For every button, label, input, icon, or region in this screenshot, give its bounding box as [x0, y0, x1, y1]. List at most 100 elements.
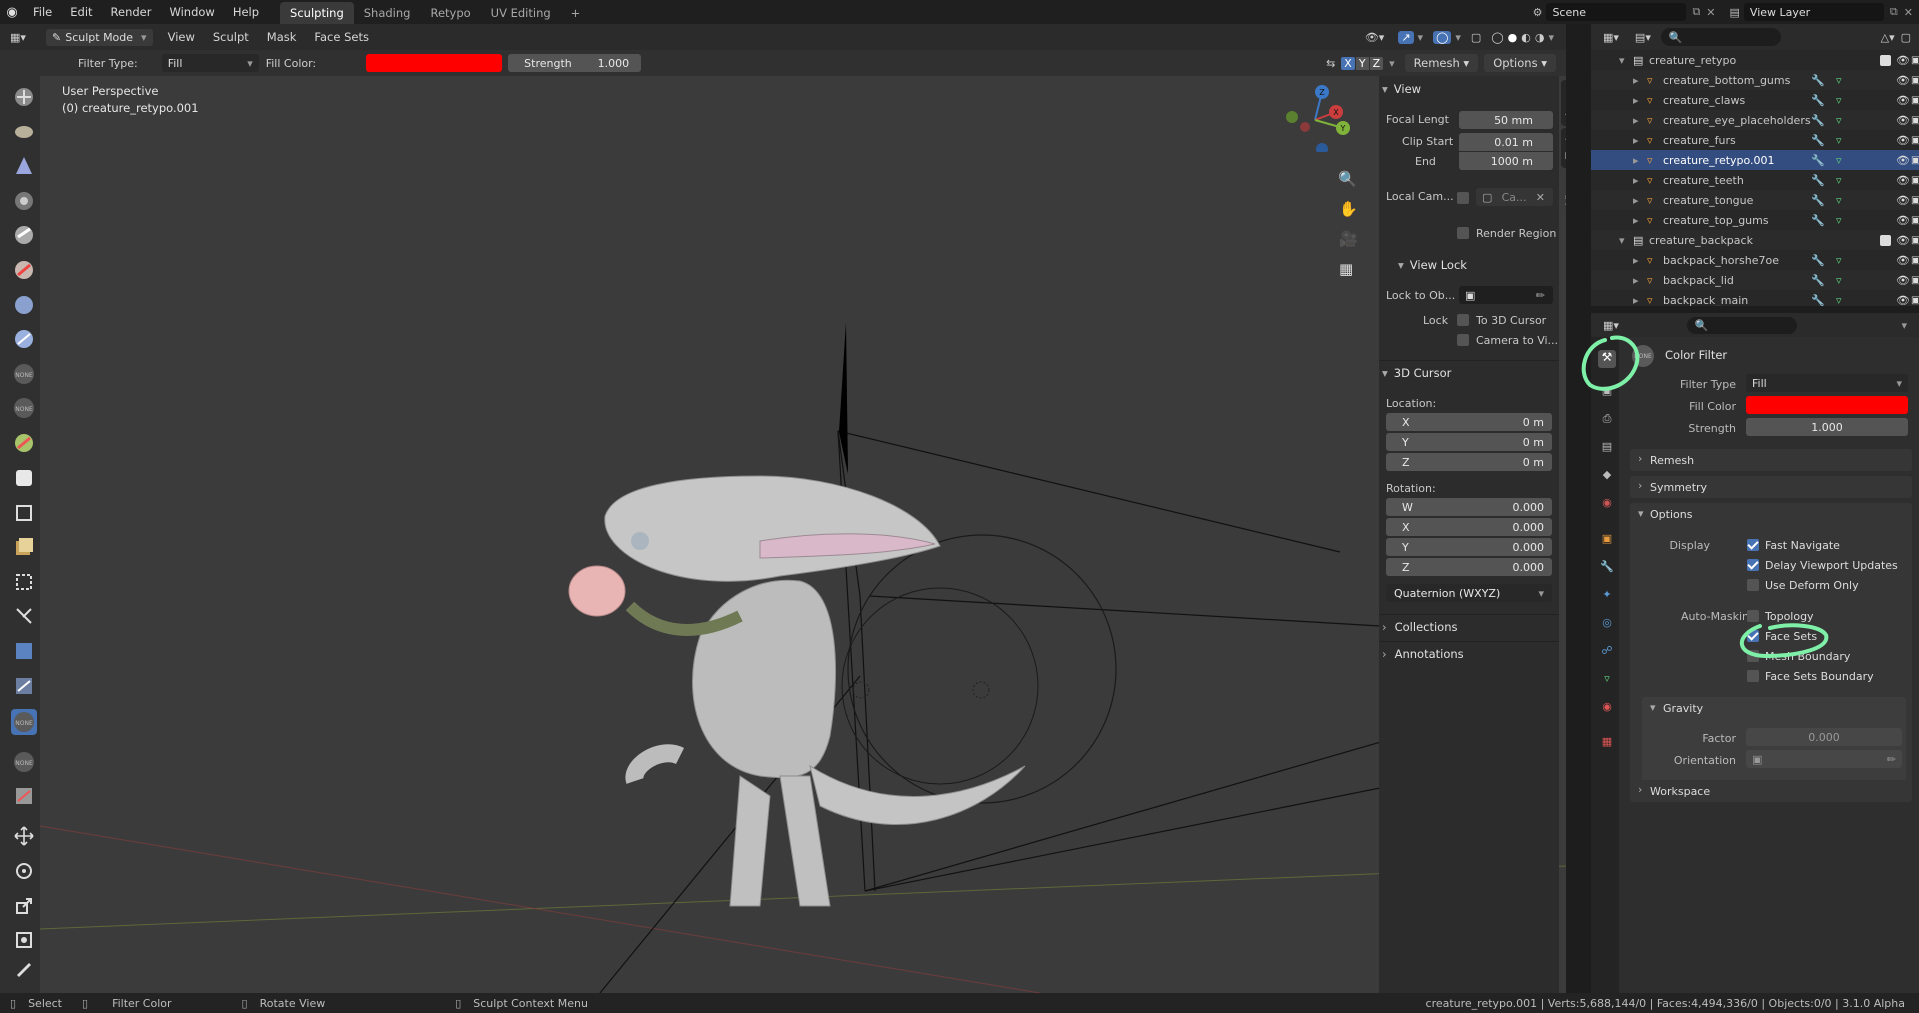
- render-camera-icon[interactable]: ▣: [1911, 155, 1919, 166]
- eye-icon[interactable]: 👁: [1896, 254, 1910, 267]
- fast-navigate-checkbox[interactable]: [1747, 539, 1759, 551]
- outliner-collection-row[interactable]: ▾ ▤ creature_backpack 👁 ▣: [1591, 230, 1919, 250]
- scene-tab-icon[interactable]: ◆: [1598, 468, 1616, 486]
- menu-edit[interactable]: Edit: [61, 0, 101, 24]
- navigation-gizmo[interactable]: Z X Y: [1280, 82, 1350, 152]
- rotation-y-field[interactable]: Y 0.000: [1386, 538, 1552, 556]
- output-tab-icon[interactable]: ⎙: [1598, 412, 1616, 430]
- filter-type-dropdown[interactable]: Fill ▾: [1746, 374, 1908, 392]
- chevron-down-icon[interactable]: ▾: [1389, 57, 1395, 70]
- axis-x-button[interactable]: X: [1341, 56, 1355, 70]
- scale-tool-icon[interactable]: [11, 893, 37, 919]
- outliner-object-row[interactable]: ▸ ▿ creature_teeth 🔧 ▿ 👁 ▣: [1591, 170, 1919, 190]
- rotation-mode-dropdown[interactable]: Quaternion (WXYZ) ▾: [1386, 584, 1552, 602]
- factor-field[interactable]: 0.000: [1746, 728, 1902, 746]
- outliner-object-row[interactable]: ▸ ▿ backpack_lid 🔧 ▿ 👁 ▣: [1591, 270, 1919, 290]
- xray-icon[interactable]: ▢: [1471, 31, 1481, 44]
- flatten-brush-icon[interactable]: NONE: [11, 395, 37, 421]
- render-region-checkbox[interactable]: [1457, 227, 1469, 239]
- outliner-search-field[interactable]: 🔍: [1660, 28, 1781, 46]
- display-mode-icon[interactable]: ▤▾: [1635, 31, 1651, 44]
- menu-view[interactable]: View: [159, 24, 204, 50]
- symmetry-panel-header[interactable]: › Symmetry: [1630, 476, 1912, 498]
- clay-strips-brush-icon[interactable]: [11, 188, 37, 214]
- menu-sculpt[interactable]: Sculpt: [204, 24, 258, 50]
- shading-material-icon[interactable]: ◐: [1521, 31, 1531, 44]
- menu-file[interactable]: File: [24, 0, 61, 24]
- box-trim-icon[interactable]: [11, 603, 37, 629]
- outliner-object-row[interactable]: ▸ ▿ backpack_horshe7oe 🔧 ▿ 👁 ▣: [1591, 250, 1919, 270]
- render-camera-icon[interactable]: ▣: [1911, 215, 1919, 226]
- overlay-dropdown-icon[interactable]: ▾: [1455, 31, 1461, 44]
- expand-arrow-icon[interactable]: ▸: [1633, 114, 1639, 127]
- menu-window[interactable]: Window: [160, 0, 223, 24]
- menu-face-sets[interactable]: Face Sets: [305, 24, 378, 50]
- local-camera-checkbox[interactable]: [1457, 192, 1469, 204]
- focal-length-field[interactable]: 50 mm: [1459, 111, 1553, 129]
- cloth-filter-icon[interactable]: NONE: [11, 749, 37, 775]
- mesh-filter-icon[interactable]: [11, 673, 37, 699]
- shading-dropdown-icon[interactable]: ▾: [1548, 31, 1554, 44]
- pan-hand-icon[interactable]: ✋: [1339, 200, 1358, 218]
- eyedropper-icon[interactable]: ✏: [1536, 289, 1545, 302]
- lock-to-cursor-checkbox[interactable]: [1457, 314, 1469, 326]
- render-camera-icon[interactable]: ▣: [1911, 175, 1919, 186]
- outliner-object-row[interactable]: ▸ ▿ creature_retypo.001 🔧 ▿ 👁 ▣: [1591, 150, 1919, 170]
- 3d-viewport[interactable]: User Perspective (0) creature_retypo.001…: [40, 76, 1566, 993]
- transform-tool-icon[interactable]: [11, 927, 37, 953]
- eye-icon[interactable]: 👁: [1896, 94, 1910, 107]
- strength-slider[interactable]: 1.000: [1746, 418, 1908, 436]
- box-face-set-icon[interactable]: [11, 569, 37, 595]
- render-camera-icon[interactable]: ▣: [1911, 95, 1919, 106]
- eye-icon[interactable]: 👁: [1896, 294, 1910, 307]
- rotate-tool-icon[interactable]: [11, 858, 37, 884]
- shading-wireframe-icon[interactable]: ◯: [1491, 31, 1503, 44]
- gravity-title[interactable]: Gravity: [1663, 702, 1703, 715]
- color-filter-icon[interactable]: NONE: [11, 709, 37, 735]
- outliner-object-row[interactable]: ▸ ▿ creature_bottom_gums 🔧 ▿ 👁 ▣: [1591, 70, 1919, 90]
- expand-arrow-icon[interactable]: ▾: [1619, 234, 1625, 247]
- delay-viewport-checkbox[interactable]: [1747, 559, 1759, 571]
- workspace-panel-header[interactable]: › Workspace: [1630, 780, 1912, 802]
- tool-properties-tab-icon[interactable]: ⚒: [1598, 350, 1616, 368]
- render-camera-icon[interactable]: ▣: [1911, 75, 1919, 86]
- eye-icon[interactable]: 👁: [1896, 114, 1910, 127]
- collections-header[interactable]: › Collections: [1382, 620, 1457, 634]
- outliner-editor-icon[interactable]: ▦▾: [1603, 31, 1619, 44]
- close-icon[interactable]: ✕: [1536, 191, 1545, 204]
- tab-retypo[interactable]: Retypo: [420, 2, 480, 24]
- camera-to-view-checkbox[interactable]: [1457, 334, 1469, 346]
- expand-arrow-icon[interactable]: ▸: [1633, 274, 1639, 287]
- tab-shading[interactable]: Shading: [354, 2, 421, 24]
- camera-view-icon[interactable]: 🎥: [1339, 230, 1358, 248]
- expand-arrow-icon[interactable]: ▸: [1633, 74, 1639, 87]
- deform-only-checkbox[interactable]: [1747, 579, 1759, 591]
- expand-arrow-icon[interactable]: ▸: [1633, 154, 1639, 167]
- topology-checkbox[interactable]: [1747, 610, 1759, 622]
- view-layer-icon[interactable]: ▤: [1730, 6, 1740, 19]
- physics-tab-icon[interactable]: ◎: [1598, 616, 1616, 634]
- chevron-down-icon[interactable]: ▾: [1901, 319, 1907, 332]
- remesh-dropdown[interactable]: Remesh ▾: [1404, 54, 1479, 72]
- axis-z-button[interactable]: Z: [1369, 56, 1384, 70]
- outliner-object-row[interactable]: ▸ ▿ creature_tongue 🔧 ▿ 👁 ▣: [1591, 190, 1919, 210]
- cursor-y-field[interactable]: Y 0 m: [1386, 433, 1552, 451]
- options-title[interactable]: Options: [1650, 508, 1692, 521]
- line-project-icon[interactable]: [11, 638, 37, 664]
- expand-arrow-icon[interactable]: ▸: [1633, 254, 1639, 267]
- scene-icon[interactable]: ⚙: [1533, 6, 1543, 19]
- expand-arrow-icon[interactable]: ▸: [1633, 214, 1639, 227]
- properties-search-field[interactable]: 🔍: [1686, 316, 1797, 334]
- remesh-panel-header[interactable]: › Remesh: [1630, 449, 1912, 471]
- face-sets-boundary-checkbox[interactable]: [1747, 670, 1759, 682]
- eye-icon[interactable]: 👁: [1896, 74, 1910, 87]
- expand-arrow-icon[interactable]: ▸: [1633, 134, 1639, 147]
- expand-arrow-icon[interactable]: ▾: [1619, 54, 1625, 67]
- render-camera-icon[interactable]: ▣: [1911, 295, 1919, 306]
- zoom-icon[interactable]: 🔍: [1338, 170, 1357, 188]
- material-tab-icon[interactable]: ◉: [1598, 700, 1616, 718]
- gizmo-toggle-icon[interactable]: ↗: [1398, 30, 1414, 44]
- cursor-panel-header[interactable]: ▾ 3D Cursor: [1382, 366, 1451, 380]
- ortho-grid-icon[interactable]: ▦: [1339, 260, 1353, 278]
- expand-arrow-icon[interactable]: ▸: [1633, 194, 1639, 207]
